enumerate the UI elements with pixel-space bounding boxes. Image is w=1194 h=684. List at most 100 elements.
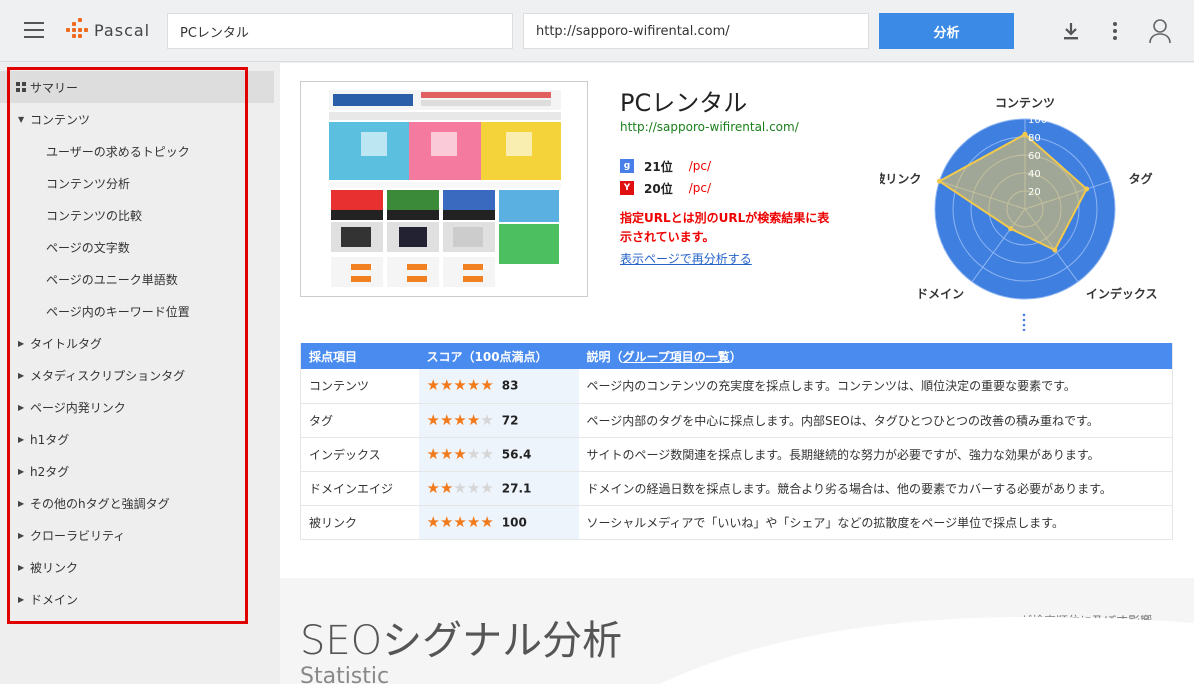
site-thumbnail[interactable] [300, 81, 588, 297]
star-rating: ★ ★ ★ ★ ★ [426, 444, 494, 463]
radar-axis-label: ドメイン [916, 287, 964, 301]
sidebar-item-label: 被リンク [30, 560, 79, 575]
star-rating: ★ ★ ★ ★ ★ [427, 512, 494, 531]
radar-axis-label: タグ [1129, 171, 1153, 186]
score-value: 56.4 [501, 447, 532, 461]
sidebar-item-summary[interactable]: サマリー [0, 71, 274, 103]
sidebar-item-outbound-links[interactable]: ▶ ページ内発リンク [0, 391, 274, 423]
radar-tick-label: 20 [1028, 187, 1041, 198]
header-item: 採点項目 [300, 343, 419, 369]
star-icon: ★ [453, 410, 467, 429]
radar-tick-label: 40 [1028, 169, 1041, 180]
triangle-right-icon: ▶ [18, 370, 25, 380]
sidebar-item-label: ページの文字数 [46, 240, 130, 255]
star-icon: ★ [453, 512, 467, 531]
sidebar-item-label: ページ内のキーワード位置 [46, 304, 190, 319]
score-value: 83 [501, 378, 519, 393]
score-value: 27.1 [501, 481, 532, 495]
table-row: 被リンク ★ ★ ★ ★ ★ 100 ソーシャルメディアで「いいね」や「シェア」などの拡散度を… [300, 505, 1173, 540]
sidebar-item-other-h-tags[interactable]: ▶ その他のhタグと強調タグ [0, 487, 274, 519]
star-icon: ★ [480, 376, 494, 395]
score-item: ドメインエイジ [300, 471, 419, 506]
sidebar-item-backlinks[interactable]: ▶ 被リンク [0, 551, 274, 583]
star-icon: ★ [453, 376, 467, 395]
logo[interactable]: Pascal [66, 18, 150, 42]
sidebar-subitem-unique-words[interactable]: ページのユニーク単語数 [0, 263, 274, 295]
group-list-link[interactable]: グループ項目の一覧 [623, 350, 730, 364]
google-rank-path[interactable]: /pc/ [689, 159, 711, 173]
sidebar-item-label: h2タグ [30, 464, 70, 479]
star-icon: ★ [453, 444, 467, 463]
radar-axis-label: 被リンク [880, 171, 921, 186]
logo-text: Pascal [94, 20, 151, 40]
grid-icon [16, 82, 26, 92]
star-icon: ★ [439, 512, 454, 531]
score-item: コンテンツ [300, 369, 419, 404]
score-value: 72 [501, 413, 519, 427]
analyze-button[interactable]: 分析 [879, 13, 1014, 49]
keyword-input[interactable] [167, 13, 513, 49]
score-cell: ★ ★ ★ ★ ★ 100 [418, 505, 579, 540]
site-url[interactable]: http://sapporo-wifirental.com/ [620, 120, 799, 134]
star-icon: ★ [480, 444, 494, 463]
star-rating: ★ ★ ★ ★ ★ [427, 378, 494, 393]
table-row: インデックス ★ ★ ★ ★ ★ 56.4 サイトのページ数関連を採点します。長期継続的な努力… [300, 437, 1173, 472]
score-table: 採点項目 スコア（100点満点） 説明（グループ項目の一覧） コンテンツ ★ ★ ★ ★… [300, 343, 1173, 540]
triangle-right-icon: ▶ [18, 402, 25, 412]
sidebar-item-domain[interactable]: ▶ ドメイン [0, 583, 274, 615]
radar-tick-label: 60 [1028, 151, 1041, 162]
sidebar-subitem-content-analysis[interactable]: コンテンツ分析 [0, 167, 274, 199]
sidebar-item-meta-description[interactable]: ▶ メタディスクリプションタグ [0, 359, 274, 391]
sidebar-subitem-keyword-position[interactable]: ページ内のキーワード位置 [0, 295, 274, 327]
score-value: 100 [501, 515, 527, 529]
triangle-right-icon: ▶ [18, 498, 25, 508]
sidebar-item-label: ページ内発リンク [30, 400, 126, 415]
sidebar-item-label: ページのユニーク単語数 [46, 272, 178, 287]
sidebar-subitem-content-compare[interactable]: コンテンツの比較 [0, 199, 274, 231]
url-mismatch-warning: 指定URLとは別のURLが検索結果に表示されています。 [620, 211, 830, 244]
sidebar-item-label: ユーザーの求めるトピック [46, 144, 190, 159]
sidebar-item-label: ドメイン [30, 592, 79, 607]
wave-overlay [660, 616, 1194, 684]
score-description: ソーシャルメディアで「いいね」や「シェア」などの拡散度をページ単位で採点します。 [578, 505, 1173, 540]
sidebar-item-label: メタディスクリプションタグ [30, 368, 186, 383]
triangle-right-icon: ▶ [18, 530, 25, 540]
star-icon: ★ [480, 512, 494, 531]
radar-point [1084, 186, 1090, 192]
url-input[interactable] [523, 13, 869, 49]
score-description: ページ内のコンテンツの充実度を採点します。コンテンツは、順位決定の重要な要素です… [578, 369, 1173, 404]
google-rank: 21位 [644, 159, 673, 174]
sidebar-item-label: コンテンツ分析 [46, 176, 131, 191]
sidebar-item-label: タイトルタグ [30, 336, 103, 351]
download-icon[interactable] [1058, 18, 1084, 44]
yahoo-rank-path[interactable]: /pc/ [689, 181, 711, 195]
sidebar-item-h1[interactable]: ▶ h1タグ [0, 423, 274, 455]
star-icon: ★ [426, 444, 440, 463]
radar-tick-label: 100 [1028, 115, 1047, 126]
sidebar-subitem-char-count[interactable]: ページの文字数 [0, 231, 274, 263]
triangle-down-icon: ▼ [18, 114, 25, 124]
radar-point [1008, 226, 1014, 232]
sidebar-item-contents[interactable]: ▼ コンテンツ [0, 103, 274, 135]
sidebar-subitem-user-topics[interactable]: ユーザーの求めるトピック [0, 135, 274, 167]
score-cell: ★ ★ ★ ★ ★ 72 [418, 403, 579, 438]
score-item: インデックス [300, 437, 419, 472]
sidebar-item-title-tag[interactable]: ▶ タイトルタグ [0, 327, 274, 359]
table-row: ドメインエイジ ★ ★ ★ ★ ★ 27.1 ドメインの経過日数を採点します。競合より劣る場合… [300, 471, 1173, 506]
score-item: タグ [300, 403, 419, 438]
header-score: スコア（100点満点） [418, 343, 579, 369]
user-icon[interactable] [1147, 18, 1173, 44]
radar-point [936, 178, 942, 184]
top-bar: Pascal 分析 [0, 0, 1194, 62]
reanalyze-link[interactable]: 表示ページで再分析する [620, 250, 752, 267]
hamburger-menu-icon[interactable] [24, 22, 44, 38]
more-vertical-icon[interactable] [1102, 18, 1128, 44]
sidebar-item-label: h1タグ [30, 432, 70, 447]
sidebar-item-crawlability[interactable]: ▶ クローラビリティ [0, 519, 274, 551]
more-dots-icon[interactable] [1022, 313, 1026, 331]
star-icon: ★ [480, 478, 494, 497]
star-icon: ★ [466, 376, 481, 395]
sidebar-item-label: クローラビリティ [30, 528, 126, 543]
star-icon: ★ [426, 376, 440, 395]
sidebar-item-h2[interactable]: ▶ h2タグ [0, 455, 274, 487]
